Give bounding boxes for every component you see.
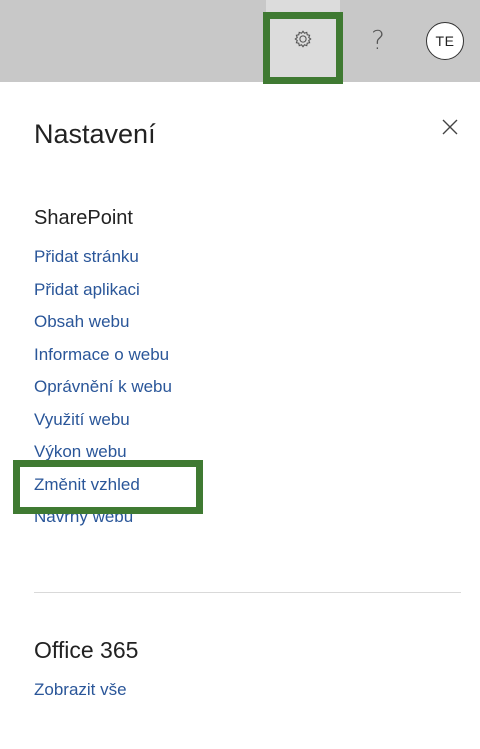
link-add-page[interactable]: Přidat stránku	[34, 247, 139, 266]
link-change-look[interactable]: Změnit vzhled	[34, 475, 140, 494]
link-site-performance[interactable]: Výkon webu	[34, 442, 127, 461]
close-icon	[441, 118, 459, 141]
link-site-information[interactable]: Informace o webu	[34, 345, 169, 364]
account-button[interactable]: TE	[420, 0, 470, 82]
help-button[interactable]: ?	[356, 0, 400, 82]
gear-icon	[292, 28, 314, 55]
sharepoint-heading: SharePoint	[34, 207, 133, 229]
help-icon: ?	[371, 26, 385, 56]
link-site-contents[interactable]: Obsah webu	[34, 312, 129, 331]
office365-heading: Office 365	[34, 637, 139, 663]
suite-header: ? TE	[0, 0, 480, 82]
panel-title: Nastavení	[34, 119, 156, 149]
close-button[interactable]	[436, 115, 464, 143]
link-add-app[interactable]: Přidat aplikaci	[34, 280, 140, 299]
sharepoint-links: Přidat stránku Přidat aplikaci Obsah web…	[34, 244, 172, 537]
link-site-designs[interactable]: Návrhy webu	[34, 507, 133, 526]
link-site-permissions[interactable]: Oprávnění k webu	[34, 377, 172, 396]
settings-button[interactable]	[266, 0, 340, 82]
link-view-all[interactable]: Zobrazit vše	[34, 680, 127, 700]
section-divider	[34, 592, 461, 593]
link-site-usage[interactable]: Využití webu	[34, 410, 130, 429]
avatar: TE	[426, 22, 464, 60]
